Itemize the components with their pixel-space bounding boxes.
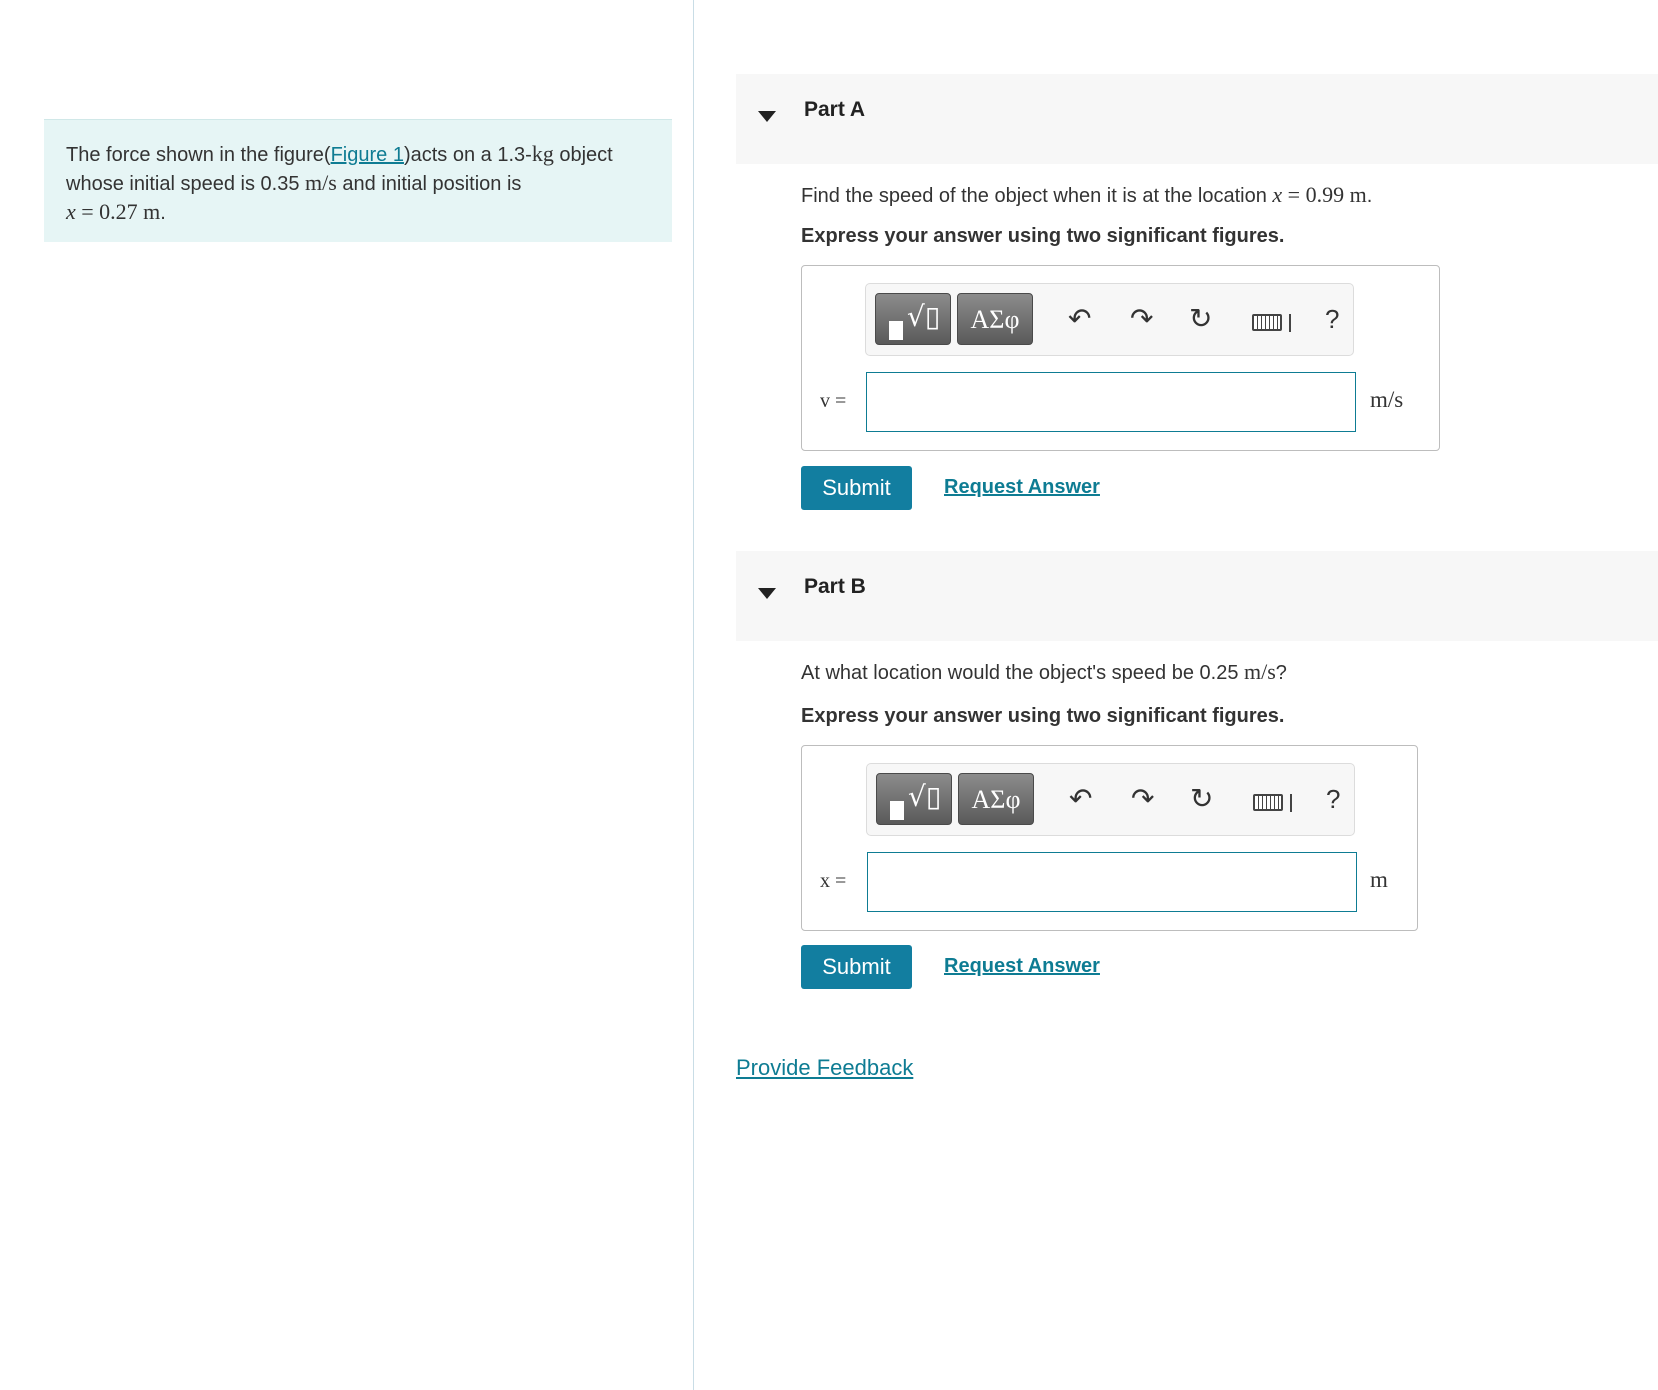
part-a-question: Find the speed of the object when it is …: [801, 182, 1372, 208]
part-b-instruction: Express your answer using two significan…: [801, 705, 1285, 727]
part-a-request-answer-link[interactable]: Request Answer: [944, 476, 1100, 499]
sqrt-icon: √▯: [907, 300, 941, 333]
keyboard-bar-icon: [1290, 794, 1292, 812]
mass-unit: kg: [531, 141, 554, 166]
part-b-title: Part B: [804, 575, 866, 598]
part-b-header[interactable]: Part B: [736, 551, 1658, 641]
part-a-question-text: Find the speed of the object when it is …: [801, 185, 1273, 207]
sqrt-icon: √▯: [908, 780, 942, 813]
part-b-question-text: At what location would the object's spee…: [801, 662, 1244, 684]
answer-label-v: v =: [820, 390, 847, 412]
template-square-icon: [890, 801, 904, 820]
keyboard-bar-icon: [1289, 314, 1291, 332]
speed-unit: m/s: [305, 170, 337, 195]
part-b-unit: m: [1370, 867, 1388, 892]
part-b-question-unit: m/s: [1244, 659, 1276, 684]
help-icon[interactable]: ?: [1325, 304, 1339, 334]
part-a-answer-input[interactable]: [866, 372, 1356, 432]
redo-icon[interactable]: ↷: [1131, 784, 1154, 814]
position-period: .: [160, 202, 166, 224]
part-b-answer-box: √▯ ΑΣφ ↶ ↷ ↻ ? x = m: [801, 745, 1418, 931]
math-toolbar: √▯ ΑΣφ ↶ ↷ ↻ ?: [865, 283, 1354, 356]
intro-text-3: object: [553, 144, 613, 166]
problem-statement: The force shown in the figure(Figure 1)a…: [44, 119, 672, 242]
part-a-answer-box: √▯ ΑΣφ ↶ ↷ ↻ ? v = m/s: [801, 265, 1440, 451]
part-a-instruction: Express your answer using two significan…: [801, 225, 1285, 247]
part-a-title: Part A: [804, 98, 866, 121]
part-a-question-var: x: [1272, 182, 1283, 207]
figure-link[interactable]: Figure 1: [331, 144, 404, 166]
part-a-header[interactable]: Part A: [736, 74, 1658, 164]
part-b-submit-button[interactable]: Submit: [801, 945, 912, 989]
collapse-caret-icon[interactable]: [758, 111, 776, 122]
part-a-unit: m/s: [1370, 387, 1404, 412]
part-a-question-math: = 0.99 m: [1282, 182, 1367, 207]
templates-button[interactable]: √▯: [875, 293, 951, 345]
undo-icon[interactable]: ↶: [1069, 784, 1092, 814]
intro-text: The force shown in the figure(: [66, 144, 331, 166]
templates-button[interactable]: √▯: [876, 773, 952, 825]
part-a-submit-button[interactable]: Submit: [801, 466, 912, 510]
part-b-question: At what location would the object's spee…: [801, 659, 1287, 685]
position-value: = 0.27 m: [75, 199, 161, 224]
reset-icon[interactable]: ↻: [1189, 304, 1212, 334]
part-b-request-answer-link[interactable]: Request Answer: [944, 955, 1100, 978]
template-square-icon: [889, 321, 903, 340]
keyboard-icon[interactable]: [1253, 794, 1283, 811]
position-variable: x: [66, 199, 76, 224]
intro-position-text: and initial position is: [336, 173, 522, 195]
greek-symbols-button[interactable]: ΑΣφ: [957, 293, 1033, 345]
collapse-caret-icon[interactable]: [758, 588, 776, 599]
part-b-question-end: ?: [1275, 662, 1287, 684]
redo-icon[interactable]: ↷: [1130, 304, 1153, 334]
keyboard-icon[interactable]: [1252, 314, 1282, 331]
help-icon[interactable]: ?: [1326, 784, 1340, 814]
part-a-question-end: .: [1366, 185, 1373, 207]
reset-icon[interactable]: ↻: [1190, 784, 1213, 814]
intro-speed-text: whose initial speed is 0.35: [66, 173, 306, 195]
answer-label-x: x =: [820, 870, 847, 892]
intro-text-2: )acts on a 1.3-: [403, 144, 532, 166]
greek-symbols-button[interactable]: ΑΣφ: [958, 773, 1034, 825]
math-toolbar: √▯ ΑΣφ ↶ ↷ ↻ ?: [866, 763, 1355, 836]
provide-feedback-link[interactable]: Provide Feedback: [736, 1055, 913, 1081]
part-b-answer-input[interactable]: [867, 852, 1357, 912]
undo-icon[interactable]: ↶: [1068, 304, 1091, 334]
problem-pane: The force shown in the figure(Figure 1)a…: [0, 0, 694, 1390]
pane-divider: [693, 0, 694, 1390]
